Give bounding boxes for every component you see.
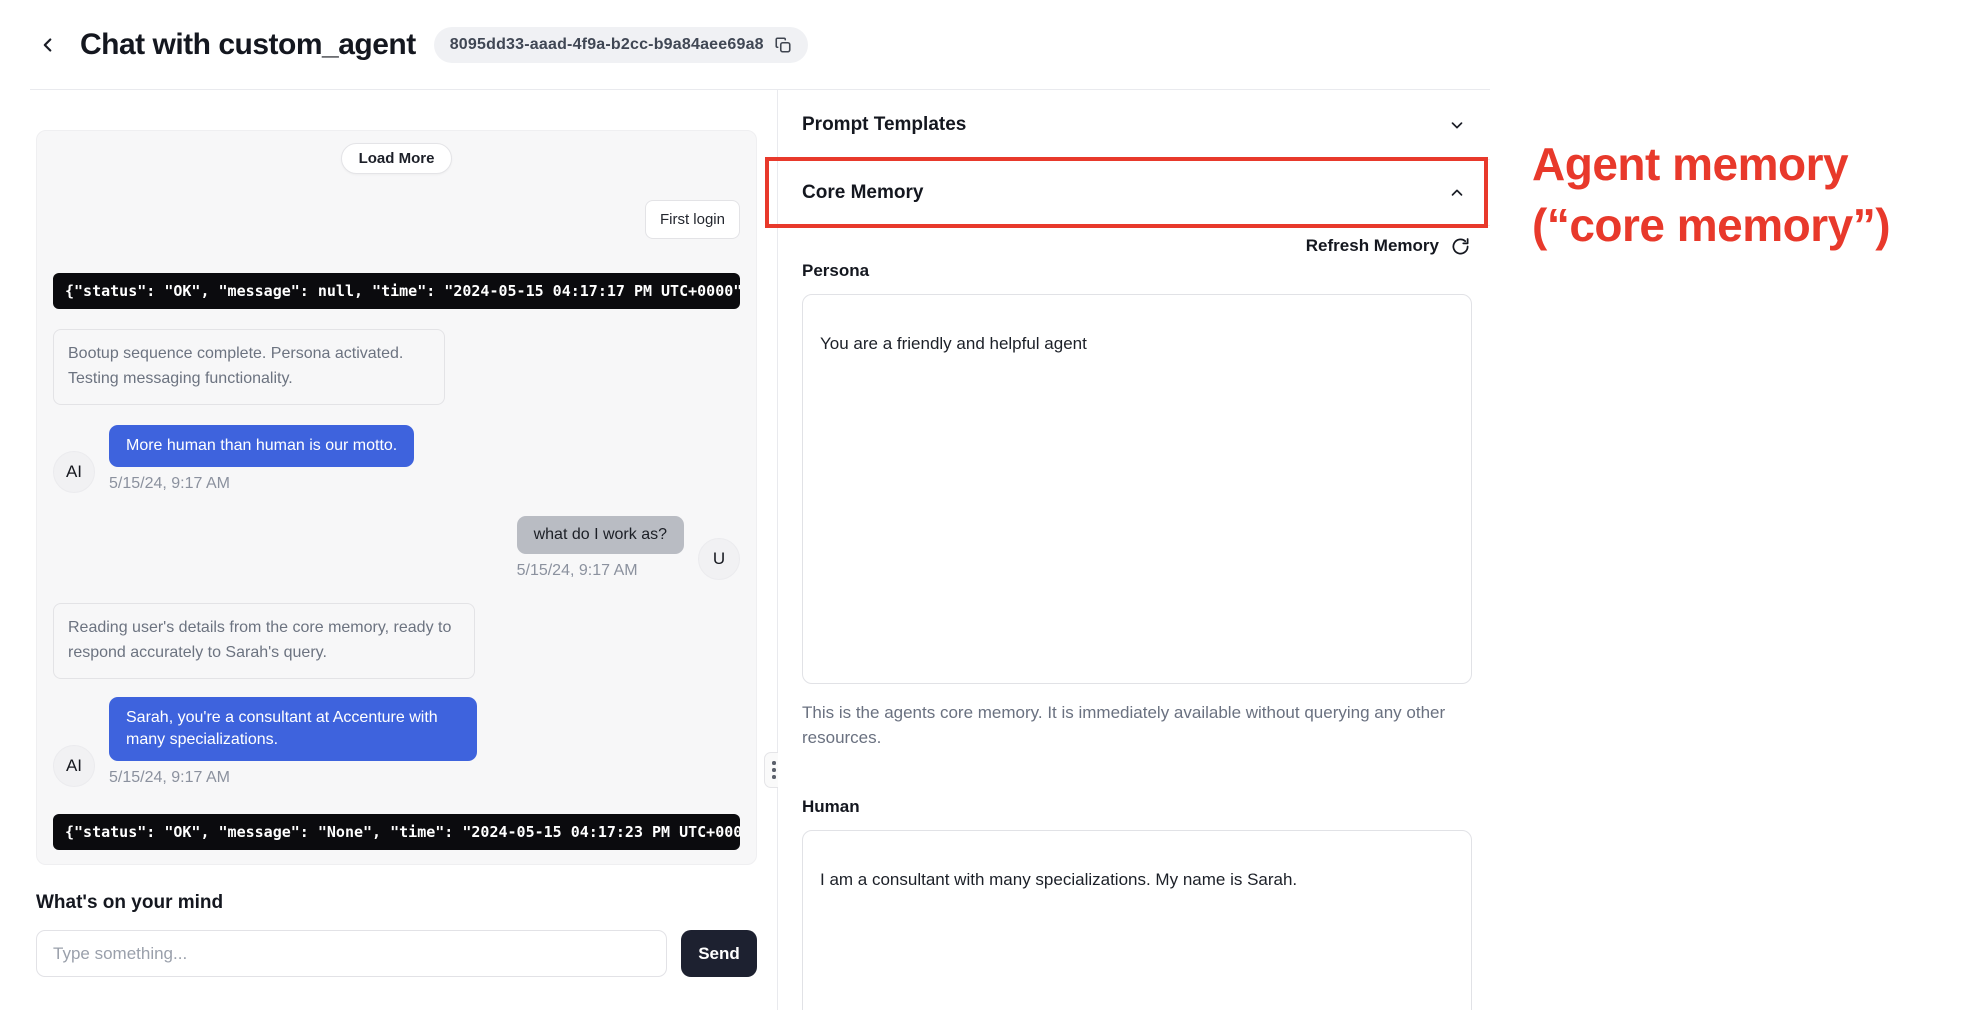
annotation-line-1: Agent memory	[1532, 134, 1972, 195]
human-label: Human	[802, 797, 860, 817]
memory-panel: Prompt Templates Core Memory Refresh Mem…	[778, 90, 1490, 1010]
inner-monologue-message: Bootup sequence complete. Persona activa…	[53, 329, 445, 405]
annotation-text: Agent memory (“core memory”)	[1532, 134, 1972, 256]
user-message-row: what do I work as? 5/15/24, 9:17 AM U	[53, 516, 740, 580]
message-timestamp: 5/15/24, 9:17 AM	[517, 562, 638, 580]
ai-message-row: AI Sarah, you're a consultant at Accentu…	[53, 697, 740, 788]
agent-id-badge: 8095dd33-aaad-4f9a-b2cc-b9a84aee69a8	[434, 27, 808, 63]
page-title: Chat with custom_agent	[80, 28, 416, 62]
core-memory-description: This is the agents core memory. It is im…	[802, 701, 1464, 750]
core-memory-title: Core Memory	[802, 182, 923, 204]
message-input[interactable]	[36, 930, 667, 977]
message-timestamp: 5/15/24, 9:17 AM	[109, 769, 477, 787]
send-button[interactable]: Send	[681, 930, 757, 977]
status-json-message: {"status": "OK", "message": null, "time"…	[53, 273, 740, 309]
ai-message-bubble: Sarah, you're a consultant at Accenture …	[109, 697, 477, 762]
ai-message-bubble: More human than human is our motto.	[109, 425, 414, 467]
copy-icon[interactable]	[774, 36, 792, 54]
composer: What's on your mind Send	[36, 892, 757, 977]
refresh-icon[interactable]	[1451, 237, 1470, 256]
human-textarea[interactable]: I am a consultant with many specializati…	[802, 830, 1472, 1010]
header: Chat with custom_agent 8095dd33-aaad-4f9…	[0, 0, 1490, 90]
ai-message-row: AI More human than human is our motto. 5…	[53, 425, 740, 493]
chevron-left-icon	[37, 34, 59, 56]
ai-avatar: AI	[53, 745, 95, 787]
user-message-bubble: what do I work as?	[517, 516, 684, 554]
core-memory-body: Refresh Memory Persona You are a friendl…	[778, 235, 1490, 1010]
back-button[interactable]	[34, 31, 62, 59]
composer-label: What's on your mind	[36, 892, 757, 914]
chevron-down-icon	[1448, 116, 1466, 134]
refresh-memory-button[interactable]: Refresh Memory	[1306, 236, 1439, 256]
first-login-badge: First login	[645, 200, 740, 239]
chat-column: Load More First login {"status": "OK", "…	[0, 90, 777, 1010]
persona-label: Persona	[802, 261, 869, 281]
ai-avatar: AI	[53, 451, 95, 493]
core-memory-accordion[interactable]: Core Memory	[778, 160, 1490, 226]
annotation-line-2: (“core memory”)	[1532, 195, 1972, 256]
chat-message-list: Load More First login {"status": "OK", "…	[36, 130, 757, 865]
user-avatar: U	[698, 538, 740, 580]
load-more-button[interactable]: Load More	[341, 143, 453, 174]
status-json-message: {"status": "OK", "message": "None", "tim…	[53, 814, 740, 850]
chevron-up-icon	[1448, 184, 1466, 202]
message-timestamp: 5/15/24, 9:17 AM	[109, 475, 414, 493]
persona-textarea[interactable]: You are a friendly and helpful agent	[802, 294, 1472, 684]
inner-monologue-message: Reading user's details from the core mem…	[53, 603, 475, 679]
prompt-templates-title: Prompt Templates	[802, 114, 966, 136]
agent-id-value: 8095dd33-aaad-4f9a-b2cc-b9a84aee69a8	[450, 36, 764, 54]
prompt-templates-accordion[interactable]: Prompt Templates	[778, 90, 1490, 160]
